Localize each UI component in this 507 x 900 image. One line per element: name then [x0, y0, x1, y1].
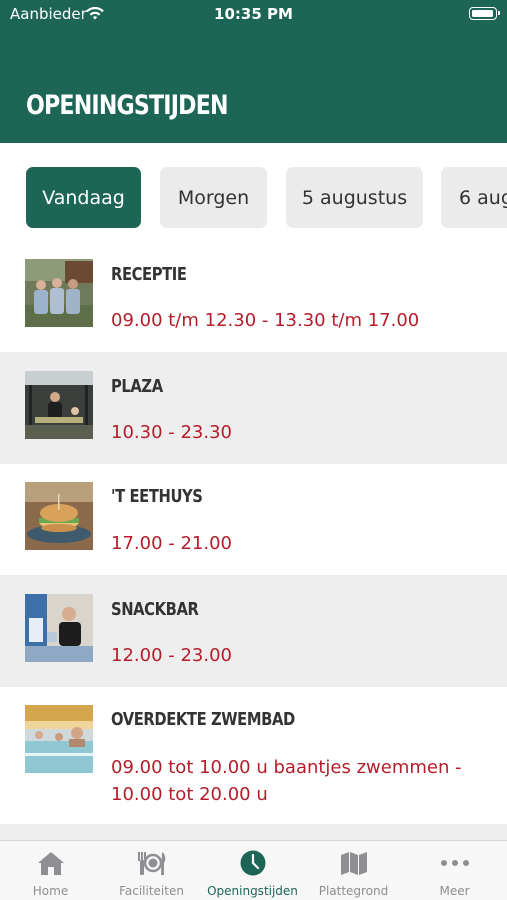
list-item-partial — [0, 824, 507, 840]
cutlery-icon — [138, 852, 166, 875]
battery-icon — [469, 7, 500, 20]
snackbar-photo — [25, 594, 93, 662]
facility-name: PLAZA — [111, 376, 163, 397]
tab-home[interactable]: Home — [0, 841, 101, 900]
page-title: OPENINGSTIJDEN — [26, 90, 229, 121]
facility-name: 'T EETHUYS — [111, 486, 203, 507]
receptie-photo — [25, 259, 93, 327]
facility-name: OVERDEKTE ZWEMBAD — [111, 709, 295, 730]
tab-openingstijden[interactable]: Openingstijden — [202, 841, 303, 900]
home-icon — [38, 852, 64, 875]
facility-hours: 12.00 - 23.00 — [111, 645, 232, 666]
tab-label: Faciliteiten — [119, 884, 184, 898]
tab-faciliteiten[interactable]: Faciliteiten — [101, 841, 202, 900]
day-tabs[interactable]: Vandaag Morgen 5 augustus 6 aug — [0, 143, 507, 243]
status-bar: Aanbieder 10:35 PM — [0, 0, 507, 28]
facility-hours: 09.00 tot 10.00 u baantjes zwemmen - 10.… — [111, 757, 462, 805]
tab-5-august[interactable]: 5 augustus — [286, 167, 423, 228]
tab-today[interactable]: Vandaag — [26, 167, 141, 228]
facility-hours: 09.00 t/m 12.30 - 13.30 t/m 17.00 — [111, 310, 420, 331]
tab-meer[interactable]: Meer — [404, 841, 505, 900]
more-icon — [441, 860, 469, 866]
zwembad-photo — [25, 705, 93, 773]
opening-hours-list[interactable]: RECEPTIE 09.00 t/m 12.30 - 13.30 t/m 17.… — [0, 243, 507, 840]
clock-time: 10:35 PM — [214, 5, 293, 23]
tab-tomorrow[interactable]: Morgen — [160, 167, 267, 228]
eethuys-photo — [25, 482, 93, 550]
plaza-photo — [25, 371, 93, 439]
facility-hours: 10.30 - 23.30 — [111, 422, 232, 443]
facility-name: RECEPTIE — [111, 264, 187, 285]
tab-label: Meer — [439, 884, 470, 898]
tab-label: Plattegrond — [318, 884, 389, 898]
app-header: OPENINGSTIJDEN — [0, 28, 507, 143]
tab-label: Home — [32, 884, 69, 898]
facility-name: SNACKBAR — [111, 599, 199, 620]
list-item-plaza[interactable]: PLAZA 10.30 - 23.30 — [0, 352, 507, 464]
tab-label: Openingstijden — [207, 884, 298, 898]
tab-plattegrond[interactable]: Plattegrond — [303, 841, 404, 900]
facility-hours: 17.00 - 21.00 — [111, 533, 232, 554]
map-icon — [341, 852, 367, 875]
list-item-snackbar[interactable]: SNACKBAR 12.00 - 23.00 — [0, 575, 507, 687]
bottom-tab-bar: Home Faciliteiten Openingstijden Platteg… — [0, 840, 507, 900]
clock-icon — [240, 850, 266, 876]
list-item-zwembad[interactable]: OVERDEKTE ZWEMBAD 09.00 tot 10.00 u baan… — [0, 687, 507, 824]
tab-6-august[interactable]: 6 aug — [441, 167, 507, 228]
list-item-receptie[interactable]: RECEPTIE 09.00 t/m 12.30 - 13.30 t/m 17.… — [0, 243, 507, 352]
list-item-eethuys[interactable]: 'T EETHUYS 17.00 - 21.00 — [0, 464, 507, 575]
